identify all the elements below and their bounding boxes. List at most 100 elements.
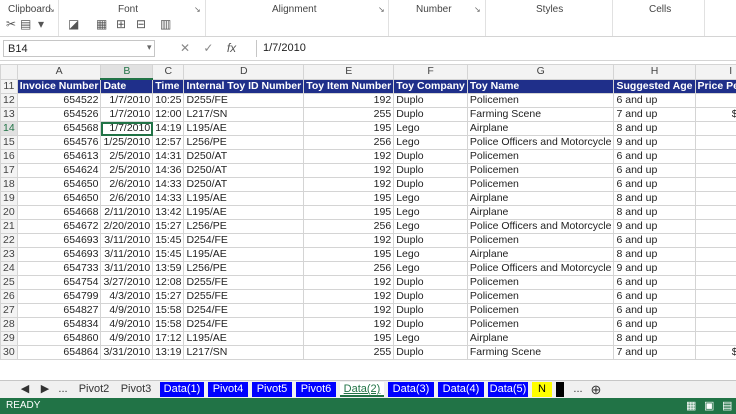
cell[interactable]: $9.95 <box>694 261 736 276</box>
formula-input[interactable]: 1/7/2010 <box>256 40 734 57</box>
cell[interactable]: 3/27/2010 <box>100 275 154 290</box>
cell[interactable]: 8 and up <box>613 191 696 206</box>
cell[interactable]: 654834 <box>16 317 102 332</box>
row-header[interactable]: 28 <box>0 317 18 332</box>
wrap-icon[interactable]: ⊟ <box>136 17 146 31</box>
cell[interactable]: 6 and up <box>613 289 696 304</box>
cell[interactable]: 6 and up <box>613 177 696 192</box>
cell[interactable]: Duplo <box>393 345 468 360</box>
cell[interactable]: 192 <box>303 233 395 248</box>
cell[interactable]: D250/AT <box>183 177 305 192</box>
cell[interactable]: 1/25/2010 <box>100 135 154 150</box>
sheet-tab[interactable]: Data(4) <box>438 382 484 397</box>
cell[interactable]: 6 and up <box>613 163 696 178</box>
column-header-i[interactable]: I <box>694 64 736 80</box>
cell[interactable]: 654522 <box>16 93 102 108</box>
cell[interactable]: Policemen <box>466 149 615 164</box>
borders-icon[interactable]: ⊞ <box>116 17 126 31</box>
cell[interactable]: Lego <box>393 135 468 150</box>
column-header-d[interactable]: D <box>183 64 305 80</box>
column-header-a[interactable]: A <box>16 64 102 80</box>
cell[interactable]: L195/AE <box>183 247 305 262</box>
cell[interactable]: 6 and up <box>613 317 696 332</box>
column-title[interactable]: Time <box>152 78 185 94</box>
cell[interactable]: Lego <box>393 121 468 136</box>
cell[interactable]: Policemen <box>466 317 615 332</box>
column-title[interactable]: Toy Item Number <box>303 78 395 94</box>
cell[interactable]: 654799 <box>16 289 102 304</box>
cell[interactable]: 654624 <box>16 163 102 178</box>
font-color-icon[interactable]: ◪ <box>68 17 79 31</box>
row-header[interactable]: 25 <box>0 275 18 290</box>
cell[interactable]: 654754 <box>16 275 102 290</box>
name-box-dropdown-icon[interactable]: ▾ <box>147 42 152 53</box>
row-header[interactable]: 14 <box>0 121 18 136</box>
cell[interactable]: $5.95 <box>694 135 736 150</box>
cell[interactable]: $9.95 <box>694 275 736 290</box>
fx-icon[interactable]: fx <box>227 41 236 55</box>
cell[interactable]: Airplane <box>466 331 615 346</box>
clipboard-launcher-icon[interactable]: ↘ <box>48 5 55 14</box>
cell[interactable]: 654568 <box>16 121 102 136</box>
row-header[interactable]: 15 <box>0 135 18 150</box>
cell[interactable]: 15:45 <box>152 233 185 248</box>
cell[interactable]: 192 <box>303 149 395 164</box>
cell[interactable]: 654526 <box>16 107 102 122</box>
cell[interactable]: 256 <box>303 219 395 234</box>
cell[interactable]: $5.95 <box>694 121 736 136</box>
cell[interactable]: D255/FE <box>183 275 305 290</box>
cell[interactable]: 6 and up <box>613 93 696 108</box>
cell[interactable]: 255 <box>303 345 395 360</box>
cell[interactable]: Policemen <box>466 177 615 192</box>
column-header-c[interactable]: C <box>152 64 185 80</box>
row-header[interactable]: 18 <box>0 177 18 192</box>
cell[interactable]: $9.95 <box>694 233 736 248</box>
normal-view-icon[interactable]: ▦ <box>686 399 696 412</box>
row-header[interactable]: 16 <box>0 149 18 164</box>
cell[interactable]: 15:58 <box>152 303 185 318</box>
styles-icon[interactable]: ▥ <box>160 17 171 31</box>
cell[interactable]: Duplo <box>393 149 468 164</box>
cell[interactable]: $5.95 <box>694 205 736 220</box>
cell[interactable]: Policemen <box>466 163 615 178</box>
cell[interactable]: $9.95 <box>694 93 736 108</box>
cell[interactable]: 2/5/2010 <box>100 149 154 164</box>
row-header[interactable]: 26 <box>0 289 18 304</box>
cell[interactable]: Policemen <box>466 289 615 304</box>
cell[interactable]: 654733 <box>16 261 102 276</box>
cell[interactable]: 12:08 <box>152 275 185 290</box>
cell[interactable]: Policemen <box>466 275 615 290</box>
cell[interactable]: 654693 <box>16 233 102 248</box>
tab-scroll-left-icon[interactable]: ◀ <box>18 382 32 397</box>
cell[interactable]: Policemen <box>466 303 615 318</box>
cell[interactable]: 1/7/2010 <box>100 107 154 122</box>
cell[interactable]: Farming Scene <box>466 107 615 122</box>
enter-icon[interactable]: ✓ <box>203 41 213 55</box>
sheet-tab[interactable]: N <box>532 382 552 397</box>
column-title[interactable]: Suggested Age <box>613 78 696 94</box>
cell[interactable]: 192 <box>303 275 395 290</box>
cell[interactable]: 12:00 <box>152 107 185 122</box>
cell[interactable]: $24.95 <box>694 345 736 360</box>
row-header[interactable]: 20 <box>0 205 18 220</box>
column-title[interactable]: Invoice Number <box>16 78 102 94</box>
cell[interactable]: 195 <box>303 205 395 220</box>
font-launcher-icon[interactable]: ↘ <box>194 5 201 14</box>
cell[interactable]: D254/FE <box>183 303 305 318</box>
tab-scroll-right-icon[interactable]: ▶ <box>38 382 52 397</box>
cell[interactable]: L195/AE <box>183 121 305 136</box>
cell[interactable]: 654860 <box>16 331 102 346</box>
cell[interactable]: $5.95 <box>694 247 736 262</box>
cell[interactable]: $5.95 <box>694 331 736 346</box>
cell[interactable]: 195 <box>303 331 395 346</box>
paste-options-icon[interactable]: ▾ <box>38 17 44 31</box>
cell[interactable]: 10:25 <box>152 93 185 108</box>
column-title[interactable]: Date <box>100 78 154 94</box>
cell[interactable]: 654576 <box>16 135 102 150</box>
cell[interactable]: D254/FE <box>183 317 305 332</box>
cell[interactable]: 192 <box>303 317 395 332</box>
cell[interactable]: L195/AE <box>183 331 305 346</box>
cell[interactable]: 8 and up <box>613 331 696 346</box>
cell[interactable]: 8 and up <box>613 205 696 220</box>
cell[interactable]: 8 and up <box>613 121 696 136</box>
